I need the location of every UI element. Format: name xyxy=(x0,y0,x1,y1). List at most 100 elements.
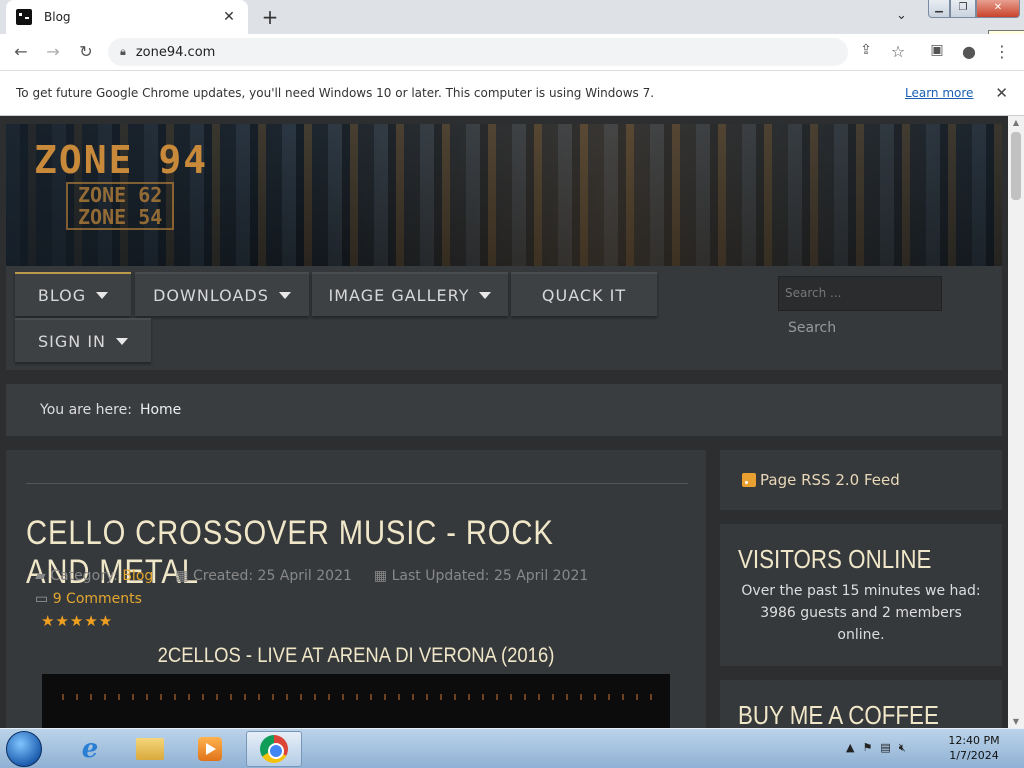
logo-sub-line-1: ZONE 62 xyxy=(78,183,163,207)
rss-feed-link[interactable]: Page RSS 2.0 Feed xyxy=(760,471,900,489)
caret-down-icon xyxy=(116,337,128,345)
divider xyxy=(26,483,688,484)
site-banner[interactable]: ZONE 94 ZONE 62 ZONE 54 xyxy=(6,124,1002,266)
updated-date: Last Updated: 25 April 2021 xyxy=(391,568,589,584)
browser-toolbar: ← → ↻ 🔒︎ zone94.com ⇪ ☆ ▣ ● ⋮ xyxy=(0,34,1024,71)
star-rating[interactable]: ★★★★★ xyxy=(41,612,113,630)
logo-sub-line-2: ZONE 54 xyxy=(78,205,163,229)
breadcrumb-prefix: You are here: xyxy=(40,402,132,418)
tab-strip: Blog ✕ + ⌄ ▁ ❐ ✕ Close xyxy=(0,0,1024,47)
action-center-flag-icon[interactable]: ⚑ xyxy=(862,741,872,755)
share-icon[interactable]: ⇪ xyxy=(855,42,877,58)
lock-icon: 🔒︎ xyxy=(120,45,126,58)
visitors-online-text: Over the past 15 minutes we had: 3986 gu… xyxy=(741,583,981,643)
calendar-icon: ▦ xyxy=(373,568,392,584)
clock-date: 1/7/2024 xyxy=(949,749,999,762)
volume-muted-icon[interactable]: 🔇︎ xyxy=(899,741,906,755)
media-player-icon xyxy=(198,737,222,761)
embedded-video[interactable] xyxy=(42,674,670,728)
back-icon[interactable]: ← xyxy=(10,42,32,61)
comments-count: 9 Comments xyxy=(52,591,142,607)
taskbar-chrome[interactable] xyxy=(246,731,302,767)
nav-image-gallery[interactable]: IMAGE GALLERY xyxy=(312,272,508,316)
article-created: ▦ Created: 25 April 2021 xyxy=(175,568,352,584)
nav-image-gallery-label: IMAGE GALLERY xyxy=(328,285,470,305)
infobar-close-icon[interactable]: ✕ xyxy=(995,84,1008,102)
rss-feed-panel[interactable]: Page RSS 2.0 Feed xyxy=(720,450,1002,510)
url-text: zone94.com xyxy=(135,44,216,60)
comments-link[interactable]: ▭ 9 Comments xyxy=(35,591,142,607)
nav-blog[interactable]: BLOG xyxy=(15,272,131,316)
breadcrumb-home-link[interactable]: Home xyxy=(140,402,181,418)
scroll-up-icon[interactable]: ▲ xyxy=(1008,118,1024,127)
nav-downloads-label: DOWNLOADS xyxy=(153,285,269,305)
window-minimize-button[interactable]: ▁ xyxy=(928,0,950,18)
site-favicon-icon xyxy=(16,9,32,25)
taskbar-media-player[interactable] xyxy=(182,731,238,767)
category-link[interactable]: Blog xyxy=(122,568,153,584)
system-tray: ▲ ⚑ ▤ 🔇︎ xyxy=(846,741,906,755)
reload-icon[interactable]: ↻ xyxy=(75,42,97,61)
page-viewport: ZONE 94 ZONE 62 ZONE 54 BLOG DOWNLOADS I… xyxy=(0,116,1008,728)
browser-tab[interactable]: Blog ✕ xyxy=(6,0,248,34)
nav-quack-it-label: QUACK IT xyxy=(541,285,627,305)
taskbar-internet-explorer[interactable]: e xyxy=(62,731,118,767)
menu-icon[interactable]: ⋮ xyxy=(991,42,1013,61)
scroll-down-icon[interactable]: ▼ xyxy=(1008,717,1024,726)
folder-icon: ▰ xyxy=(35,568,51,584)
main-navigation: BLOG DOWNLOADS IMAGE GALLERY QUACK IT SI… xyxy=(6,266,1002,370)
created-date: Created: 25 April 2021 xyxy=(192,568,352,584)
learn-more-link[interactable]: Learn more xyxy=(905,86,973,100)
start-button[interactable] xyxy=(6,731,42,767)
visitors-online-title: VISITORS ONLINE xyxy=(738,544,932,574)
caret-down-icon xyxy=(96,291,109,299)
site-logo-sub: ZONE 62 ZONE 54 xyxy=(66,182,175,230)
page-scrollbar[interactable]: ▲ ▼ xyxy=(1008,116,1024,728)
category-label: Category: xyxy=(50,568,118,584)
network-icon[interactable]: ▤ xyxy=(880,741,890,755)
window-restore-button[interactable]: ❐ xyxy=(950,0,976,18)
site-logo: ZONE 94 xyxy=(34,138,209,182)
buy-coffee-panel: BUY ME A COFFEE xyxy=(720,680,1002,728)
buy-coffee-title: BUY ME A COFFEE xyxy=(738,700,939,728)
address-bar[interactable]: 🔒︎ zone94.com xyxy=(108,38,848,66)
taskbar-explorer[interactable] xyxy=(122,731,178,767)
visitors-online-panel: VISITORS ONLINE Over the past 15 minutes… xyxy=(720,524,1002,666)
profile-icon[interactable]: ● xyxy=(958,42,980,61)
nav-sign-in[interactable]: SIGN IN xyxy=(15,318,151,362)
rss-icon xyxy=(742,473,756,487)
chrome-icon xyxy=(260,735,288,763)
search-button[interactable]: Search xyxy=(778,314,850,342)
calendar-icon: ▦ xyxy=(175,568,193,584)
windows-taskbar: e ▲ ⚑ ▤ 🔇︎ 12:40 PM 1/7/2024 xyxy=(0,728,1024,768)
window-close-button[interactable]: ✕ xyxy=(976,0,1020,18)
infobar-message: To get future Google Chrome updates, you… xyxy=(16,86,655,100)
article-meta: ▰ Category: Blog ▦ Created: 25 April 202… xyxy=(35,568,588,584)
caret-down-icon xyxy=(278,291,291,299)
folder-icon xyxy=(136,738,164,760)
nav-downloads[interactable]: DOWNLOADS xyxy=(135,272,309,316)
tab-search-chevron-icon[interactable]: ⌄ xyxy=(896,8,907,23)
caret-down-icon xyxy=(479,291,492,299)
tab-title: Blog xyxy=(44,10,71,24)
new-tab-button[interactable]: + xyxy=(258,5,282,29)
video-title: 2CELLOS - LIVE AT ARENA DI VERONA (2016) xyxy=(157,644,555,667)
system-clock[interactable]: 12:40 PM 1/7/2024 xyxy=(944,733,1004,763)
internet-explorer-icon: e xyxy=(81,734,99,764)
tab-close-button[interactable]: ✕ xyxy=(220,9,238,25)
clock-time: 12:40 PM xyxy=(948,734,1000,747)
search-input[interactable]: Search ... xyxy=(778,276,942,311)
nav-quack-it[interactable]: QUACK IT xyxy=(511,272,657,316)
article-updated: ▦ Last Updated: 25 April 2021 xyxy=(374,568,588,584)
nav-blog-label: BLOG xyxy=(37,285,87,305)
scrollbar-thumb[interactable] xyxy=(1011,132,1021,200)
comment-icon: ▭ xyxy=(35,591,53,607)
star-icon[interactable]: ☆ xyxy=(887,42,909,61)
forward-icon[interactable]: → xyxy=(42,42,64,61)
article-panel: CELLO CROSSOVER MUSIC - ROCK AND METAL ▰… xyxy=(6,450,706,728)
article-category: ▰ Category: Blog xyxy=(35,568,153,584)
breadcrumb: You are here: Home xyxy=(6,384,1002,436)
tray-expand-icon[interactable]: ▲ xyxy=(846,741,854,755)
sidepanel-icon[interactable]: ▣ xyxy=(926,42,948,58)
update-infobar: To get future Google Chrome updates, you… xyxy=(0,71,1024,116)
